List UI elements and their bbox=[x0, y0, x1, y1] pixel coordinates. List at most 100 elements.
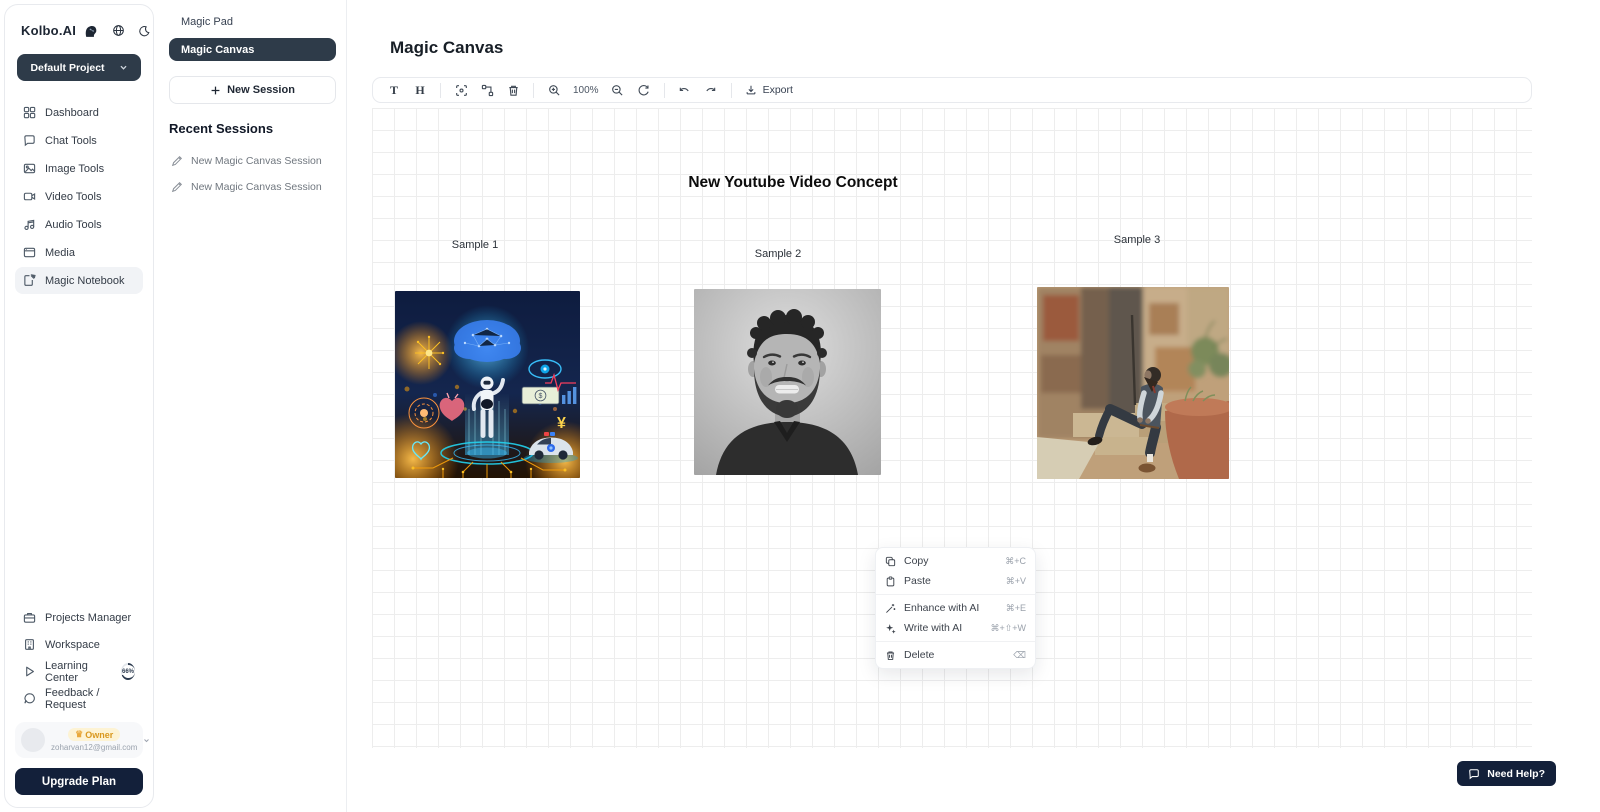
sidebar-item-media[interactable]: Media bbox=[15, 239, 143, 266]
sidebar-item-label: Media bbox=[45, 247, 75, 259]
sidebar-item-dashboard[interactable]: Dashboard bbox=[15, 99, 143, 126]
sidebar-item-label: Chat Tools bbox=[45, 135, 97, 147]
new-session-button[interactable]: New Session bbox=[169, 76, 336, 104]
recent-sessions-title: Recent Sessions bbox=[169, 121, 338, 136]
user-email: zoharvan12@gmail.com bbox=[51, 743, 137, 752]
context-menu-item-copy[interactable]: Copy ⌘+C bbox=[876, 551, 1035, 571]
brand-head-icon bbox=[83, 23, 98, 38]
need-help-button[interactable]: Need Help? bbox=[1457, 761, 1556, 786]
reset-view-button[interactable] bbox=[633, 80, 655, 100]
context-menu-item-enhance-with-ai[interactable]: Enhance with AI ⌘+E bbox=[876, 598, 1035, 618]
sidebar-item-label: Video Tools bbox=[45, 191, 101, 203]
session-item-label: New Magic Canvas Session bbox=[191, 181, 322, 193]
chat-icon bbox=[23, 134, 36, 147]
context-menu-item-delete[interactable]: Delete ⌫ bbox=[876, 645, 1035, 665]
sidebar-item-magic-notebook[interactable]: Magic Notebook bbox=[15, 267, 143, 294]
connector-icon bbox=[481, 84, 494, 97]
pencil-icon bbox=[171, 181, 183, 193]
user-info: ♛ Owner zoharvan12@gmail.com bbox=[51, 728, 137, 752]
chat-bubble-icon bbox=[1468, 768, 1480, 780]
undo-icon bbox=[678, 84, 691, 97]
svg-text:¥: ¥ bbox=[557, 415, 566, 432]
sidebar-item-learning-center[interactable]: Learning Center 66% bbox=[15, 658, 143, 685]
select-tool-button[interactable] bbox=[450, 80, 472, 100]
context-menu-shortcut: ⌘+E bbox=[1006, 603, 1026, 614]
redo-icon bbox=[704, 84, 717, 97]
context-menu-label: Enhance with AI bbox=[904, 602, 998, 614]
sample-3-label[interactable]: Sample 3 bbox=[1114, 234, 1160, 246]
briefcase-icon bbox=[23, 611, 36, 624]
canvas-heading-text[interactable]: New Youtube Video Concept bbox=[688, 174, 897, 192]
context-menu-shortcut: ⌫ bbox=[1013, 650, 1026, 661]
context-menu-shortcut: ⌘+C bbox=[1005, 556, 1026, 567]
globe-icon[interactable] bbox=[112, 24, 125, 37]
undo-button[interactable] bbox=[674, 80, 696, 100]
zoom-out-button[interactable] bbox=[607, 80, 629, 100]
sample-1-label[interactable]: Sample 1 bbox=[452, 239, 498, 251]
sidebar-item-audio-tools[interactable]: Audio Tools bbox=[15, 211, 143, 238]
sample-3-image[interactable] bbox=[1037, 287, 1229, 479]
context-menu-item-paste[interactable]: Paste ⌘+V bbox=[876, 571, 1035, 591]
page-title: Magic Canvas bbox=[390, 38, 503, 58]
sidebar-item-label: Projects Manager bbox=[45, 612, 131, 624]
sessions-panel: Magic Pad Magic Canvas New Session Recen… bbox=[155, 0, 347, 812]
session-item[interactable]: New Magic Canvas Session bbox=[169, 148, 338, 174]
sidebar-item-projects-manager[interactable]: Projects Manager bbox=[15, 604, 143, 631]
sample-1-image[interactable]: $ ¥ bbox=[395, 291, 580, 478]
sidebar-item-feedback-request[interactable]: Feedback / Request bbox=[15, 685, 143, 712]
export-button[interactable]: Export bbox=[741, 84, 797, 96]
feedback-icon bbox=[23, 692, 36, 705]
project-selector[interactable]: Default Project bbox=[17, 54, 141, 81]
paste-icon bbox=[885, 576, 896, 587]
context-menu-divider bbox=[876, 594, 1035, 595]
connector-tool-button[interactable] bbox=[476, 80, 498, 100]
sidebar-item-image-tools[interactable]: Image Tools bbox=[15, 155, 143, 182]
zoom-in-button[interactable] bbox=[543, 80, 565, 100]
sample-2-image[interactable] bbox=[694, 289, 881, 475]
session-item-label: New Magic Canvas Session bbox=[191, 155, 322, 167]
notebook-icon bbox=[23, 274, 36, 287]
text-tool-button[interactable]: T bbox=[383, 80, 405, 100]
download-icon bbox=[745, 84, 757, 96]
trash-icon bbox=[885, 650, 896, 661]
moon-icon[interactable] bbox=[138, 25, 150, 37]
sidebar-item-label: Audio Tools bbox=[45, 219, 102, 231]
copy-icon bbox=[885, 556, 896, 567]
context-menu-label: Write with AI bbox=[904, 622, 982, 634]
toolbar-divider bbox=[731, 83, 732, 98]
user-account[interactable]: ♛ Owner zoharvan12@gmail.com bbox=[15, 722, 143, 758]
image-icon bbox=[23, 162, 36, 175]
pencil-icon bbox=[171, 155, 183, 167]
trash-icon bbox=[507, 84, 520, 97]
redo-button[interactable] bbox=[700, 80, 722, 100]
media-icon bbox=[23, 246, 36, 259]
context-menu-item-write-with-ai[interactable]: Write with AI ⌘+⇧+W bbox=[876, 618, 1035, 638]
learning-progress-ring: 66% bbox=[121, 663, 135, 680]
context-menu-divider bbox=[876, 641, 1035, 642]
session-item[interactable]: New Magic Canvas Session bbox=[169, 174, 338, 200]
context-menu-label: Delete bbox=[904, 649, 1005, 661]
heading-tool-button[interactable]: H bbox=[409, 80, 431, 100]
sidebar-item-chat-tools[interactable]: Chat Tools bbox=[15, 127, 143, 154]
sample-2-label[interactable]: Sample 2 bbox=[755, 248, 801, 260]
app-root: Kolbo.AI Default Project Dashboard bbox=[0, 0, 1600, 812]
canvas-toolbar: T H 100% Export bbox=[372, 77, 1532, 103]
project-selector-label: Default Project bbox=[30, 62, 104, 74]
owner-badge: ♛ Owner bbox=[68, 728, 120, 741]
logo-row: Kolbo.AI bbox=[15, 19, 143, 38]
sidebar-item-video-tools[interactable]: Video Tools bbox=[15, 183, 143, 210]
sidebar-item-workspace[interactable]: Workspace bbox=[15, 631, 143, 658]
brand-logo: Kolbo.AI bbox=[21, 23, 76, 38]
context-menu-label: Copy bbox=[904, 555, 997, 567]
sidebar-item-label: Learning Center bbox=[45, 660, 110, 684]
magic-pad-item[interactable]: Magic Pad bbox=[169, 14, 338, 38]
sidebar-footer: Projects Manager Workspace Learning Cent… bbox=[15, 604, 143, 795]
delete-tool-button[interactable] bbox=[502, 80, 524, 100]
sidebar: Kolbo.AI Default Project Dashboard bbox=[4, 4, 154, 808]
upgrade-plan-button[interactable]: Upgrade Plan bbox=[15, 768, 143, 795]
sidebar-item-label: Magic Notebook bbox=[45, 275, 125, 287]
magic-canvas-item[interactable]: Magic Canvas bbox=[169, 38, 336, 61]
play-icon bbox=[23, 665, 36, 678]
sidebar-item-label: Workspace bbox=[45, 639, 100, 651]
export-label: Export bbox=[763, 84, 793, 96]
